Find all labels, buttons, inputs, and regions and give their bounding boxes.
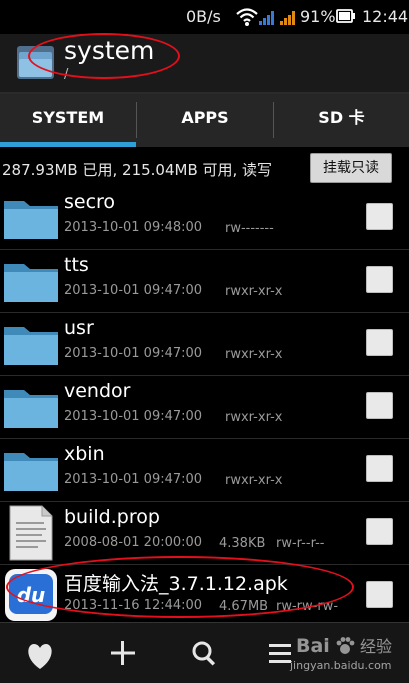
file-name: build.prop: [64, 506, 160, 528]
file-row-xbin[interactable]: xbin 2013-10-01 09:47:00 rwxr-xr-x: [0, 439, 409, 501]
folder-icon: [4, 327, 58, 365]
clock: 12:44: [362, 7, 409, 26]
file-name: 百度输入法_3.7.1.12.apk: [64, 573, 288, 595]
file-permissions: rwxr-xr-x: [225, 410, 283, 425]
file-name: usr: [64, 317, 94, 339]
favorites-button[interactable]: [10, 629, 70, 677]
file-date: 2013-10-01 09:47:00: [64, 472, 203, 487]
battery-percent: 91%: [300, 7, 336, 26]
page-title: system: [64, 36, 155, 65]
mount-readonly-button[interactable]: 挂载只读: [310, 153, 392, 183]
tab-sd-card[interactable]: SD 卡: [274, 94, 409, 147]
file-permissions: rw-rw-rw-: [276, 599, 339, 614]
select-checkbox[interactable]: [366, 518, 393, 545]
folder-icon: [4, 390, 58, 428]
network-speed: 0B/s: [186, 7, 221, 26]
search-icon: [192, 641, 216, 666]
heart-icon: [28, 644, 52, 669]
plus-icon: [111, 641, 135, 665]
file-name: secro: [64, 191, 116, 213]
select-checkbox[interactable]: [366, 266, 393, 293]
file-permissions: rwxr-xr-x: [225, 473, 283, 488]
storage-summary: 287.93MB 已用, 215.04MB 可用, 读写: [2, 161, 273, 179]
current-path: /: [64, 67, 69, 82]
file-date: 2008-08-01 20:00:00: [64, 535, 203, 550]
add-button[interactable]: [93, 629, 153, 677]
file-row-secro[interactable]: secro 2013-10-01 09:48:00 rw-------: [0, 187, 409, 249]
file-permissions: rwxr-xr-x: [225, 347, 283, 362]
file-row-usr[interactable]: usr 2013-10-01 09:47:00 rwxr-xr-x: [0, 313, 409, 375]
file-row-tts[interactable]: tts 2013-10-01 09:47:00 rwxr-xr-x: [0, 250, 409, 312]
file-date: 2013-11-16 12:44:00: [64, 598, 203, 613]
title-bar: system /: [0, 34, 409, 92]
signal-1-icon: [259, 11, 274, 25]
storage-info-bar: 287.93MB 已用, 215.04MB 可用, 读写 挂载只读: [0, 147, 409, 187]
search-button[interactable]: [175, 629, 235, 677]
app-folder-icon[interactable]: [16, 42, 56, 82]
document-icon: [9, 505, 53, 561]
watermark-brand-suffix: 经验: [360, 637, 393, 656]
file-row-baidu-ime-apk[interactable]: du 百度输入法_3.7.1.12.apk 2013-11-16 12:44:0…: [0, 565, 409, 622]
file-size: 4.38KB: [219, 536, 266, 551]
file-date: 2013-10-01 09:47:00: [64, 283, 203, 298]
watermark-url: jingyan.baidu.com: [290, 659, 392, 672]
select-checkbox[interactable]: [366, 203, 393, 230]
signal-2-icon: [280, 11, 295, 25]
tab-system[interactable]: SYSTEM: [0, 94, 136, 147]
du-app-icon: du: [5, 569, 57, 621]
file-date: 2013-10-01 09:48:00: [64, 220, 203, 235]
folder-icon: [4, 453, 58, 491]
tab-apps[interactable]: APPS: [137, 94, 273, 147]
file-permissions: rw-------: [225, 221, 274, 236]
select-checkbox[interactable]: [366, 329, 393, 356]
file-row-vendor[interactable]: vendor 2013-10-01 09:47:00 rwxr-xr-x: [0, 376, 409, 438]
select-checkbox[interactable]: [366, 455, 393, 482]
select-checkbox[interactable]: [366, 392, 393, 419]
file-date: 2013-10-01 09:47:00: [64, 409, 203, 424]
file-row-build-prop[interactable]: build.prop 2008-08-01 20:00:00 4.38KB rw…: [0, 502, 409, 564]
svg-text:du: du: [17, 583, 46, 607]
baidu-watermark: Bai 经验: [296, 633, 392, 657]
baidu-paw-icon: [336, 637, 355, 654]
file-list: secro 2013-10-01 09:48:00 rw------- tts …: [0, 187, 409, 622]
file-permissions: rw-r--r--: [276, 536, 325, 551]
file-name: vendor: [64, 380, 131, 402]
file-name: xbin: [64, 443, 105, 465]
status-bar: 0B/s 91% 12:44: [0, 0, 409, 34]
folder-icon: [4, 201, 58, 239]
file-name: tts: [64, 254, 89, 276]
tab-bar: SYSTEM APPS SD 卡: [0, 92, 409, 147]
battery-icon: [336, 9, 355, 23]
wifi-icon: [236, 8, 258, 26]
file-size: 4.67MB: [219, 599, 269, 614]
watermark-brand: Bai: [296, 635, 330, 657]
folder-icon: [4, 264, 58, 302]
select-checkbox[interactable]: [366, 581, 393, 608]
file-date: 2013-10-01 09:47:00: [64, 346, 203, 361]
file-permissions: rwxr-xr-x: [225, 284, 283, 299]
